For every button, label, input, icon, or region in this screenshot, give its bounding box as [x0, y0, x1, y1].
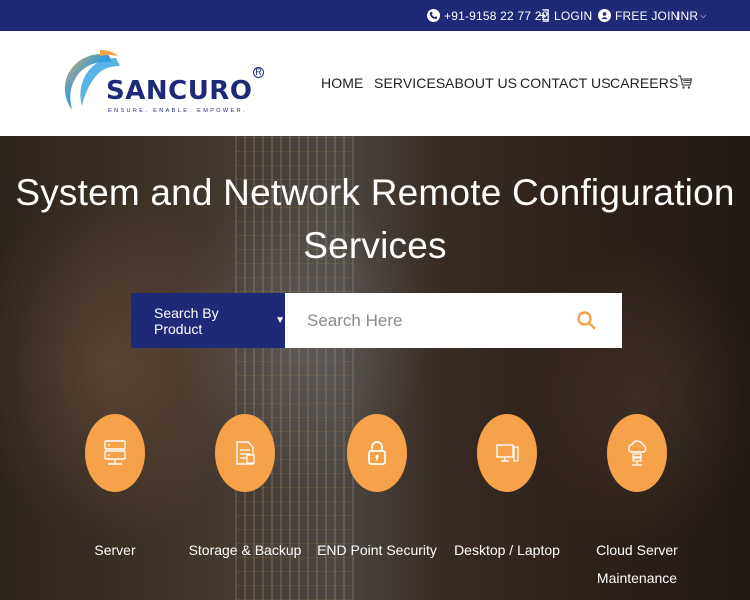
- desktop-icon: [496, 444, 519, 462]
- service-label: END Point Security: [317, 542, 437, 558]
- search-input[interactable]: [285, 293, 622, 348]
- currency-select[interactable]: INR ⌵: [677, 0, 707, 31]
- cloud-server-icon: [628, 440, 647, 466]
- login-label: LOGIN: [554, 8, 593, 23]
- service-security-badge: [347, 414, 407, 492]
- top-bar: +91-9158 22 77 22 LOGIN FREE JOIN INR ⌵: [0, 0, 750, 31]
- hero-title-line1: System and Network Remote Configuration: [15, 172, 735, 213]
- lock-icon: [368, 441, 386, 465]
- login-icon: [537, 9, 549, 22]
- service-server-badge: [85, 414, 145, 492]
- login-link[interactable]: LOGIN: [537, 0, 592, 31]
- brand-tagline: ENSURE. ENABLE. EMPOWER.: [108, 108, 247, 114]
- service-endpoint-security[interactable]: END Point Security: [307, 414, 447, 564]
- nav-about-us[interactable]: ABOUT US: [445, 75, 517, 93]
- hero-section: System and Network Remote Configuration …: [0, 136, 750, 600]
- service-desktop-badge: [477, 414, 537, 492]
- phone-link[interactable]: +91-9158 22 77 22: [427, 0, 549, 31]
- chevron-down-icon: ⌵: [700, 10, 707, 20]
- storage-icon: [236, 441, 255, 465]
- services-row: Server Storage & Backup END Point Securi…: [0, 414, 750, 600]
- search-icon[interactable]: [576, 310, 596, 330]
- site-header: SANCURO R ENSURE. ENABLE. EMPOWER. HOME …: [0, 31, 750, 136]
- registered-mark: R: [253, 67, 264, 78]
- search-category-label: Search By Product: [154, 304, 219, 337]
- service-desktop-laptop[interactable]: Desktop / Laptop: [437, 414, 577, 564]
- user-icon: [598, 9, 611, 22]
- service-storage-badge: [215, 414, 275, 492]
- hero-title: System and Network Remote Configuration …: [0, 166, 750, 272]
- search-category-dropdown[interactable]: Search By Product ▼: [131, 293, 285, 348]
- cart-icon[interactable]: [677, 74, 693, 90]
- search-bar: Search By Product ▼: [131, 293, 622, 348]
- service-cloud-badge: [607, 414, 667, 492]
- service-server[interactable]: Server: [45, 414, 185, 564]
- service-label: Server: [94, 542, 136, 558]
- nav-services[interactable]: SERVICES: [374, 75, 445, 93]
- caret-down-icon: ▼: [275, 315, 285, 326]
- free-join-link[interactable]: FREE JOIN: [598, 0, 679, 31]
- hero-title-line2: Services: [303, 225, 447, 266]
- service-label: Cloud Server Maintenance: [596, 542, 678, 586]
- phone-number: +91-9158 22 77 22: [444, 8, 549, 23]
- nav-careers[interactable]: CAREERS: [610, 75, 678, 93]
- server-icon: [104, 440, 126, 465]
- phone-icon: [427, 9, 440, 22]
- service-storage-backup[interactable]: Storage & Backup: [175, 414, 315, 564]
- nav-home[interactable]: HOME: [321, 75, 363, 93]
- service-label: Storage & Backup: [188, 542, 302, 558]
- free-join-label: FREE JOIN: [615, 8, 680, 23]
- service-label: Desktop / Laptop: [454, 542, 560, 558]
- logo[interactable]: SANCURO R ENSURE. ENABLE. EMPOWER.: [60, 48, 266, 120]
- brand-name: SANCURO: [106, 76, 253, 106]
- nav-contact-us[interactable]: CONTACT US: [520, 75, 611, 93]
- service-cloud-server[interactable]: Cloud Server Maintenance: [567, 414, 707, 592]
- currency-label: INR: [677, 8, 699, 23]
